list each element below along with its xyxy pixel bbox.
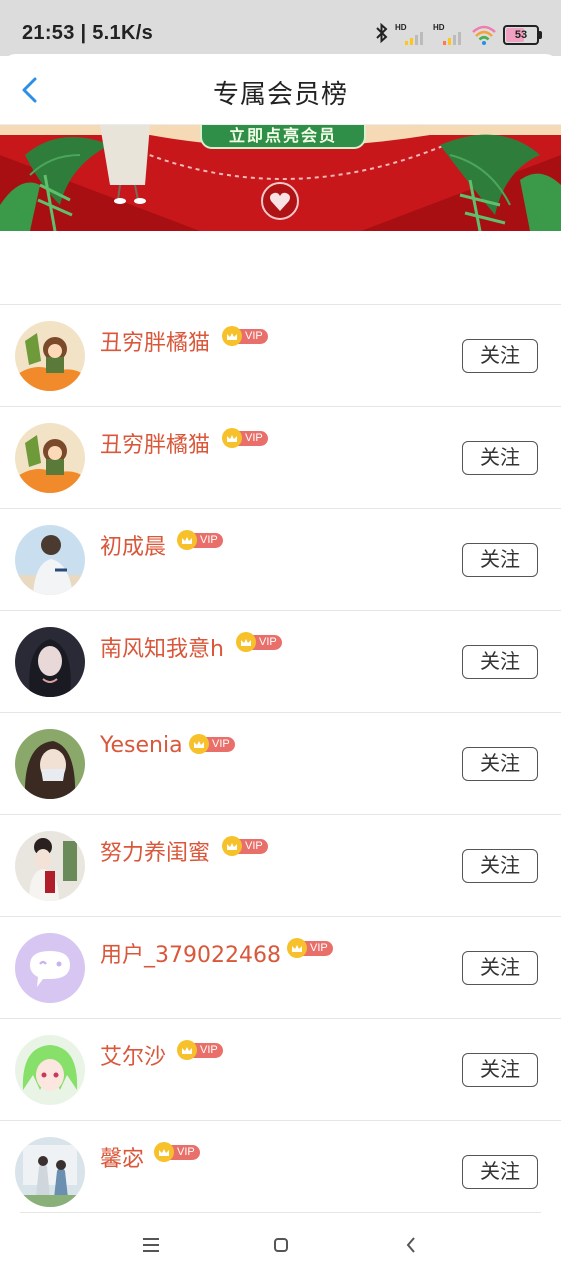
signal-icon-2: HD [433,23,465,47]
divider [20,1212,541,1213]
follow-button[interactable]: 关注 [462,339,538,373]
crown-icon [222,836,242,856]
hd-label: HD [433,23,445,32]
follow-button[interactable]: 关注 [462,849,538,883]
vip-badge: VIP [287,938,333,958]
follow-button[interactable]: 关注 [462,951,538,985]
crown-icon [177,530,197,550]
list-item[interactable]: Yesenia VIP 关注 [0,713,561,815]
bluetooth-icon [375,22,389,48]
signal-icon-1: HD [395,23,427,47]
vip-badge: VIP [222,326,268,346]
vip-badge: VIP [177,530,223,550]
list-item[interactable]: 馨宓 VIP 关注 [0,1121,561,1222]
vip-badge: VIP [154,1142,200,1162]
page-title: 专属会员榜 [212,80,348,110]
avatar[interactable] [15,831,85,901]
follow-button[interactable]: 关注 [462,645,538,679]
vip-badge: VIP [189,734,235,754]
user-name[interactable]: 南风知我意h [100,631,224,663]
crown-icon [236,632,256,652]
avatar[interactable] [15,729,85,799]
follow-button[interactable]: 关注 [462,543,538,577]
menu-icon[interactable] [143,1238,159,1252]
list-item[interactable]: 南风知我意h VIP 关注 [0,611,561,713]
user-name[interactable]: 用户_379022468 [100,937,281,969]
list-item[interactable]: 努力养闺蜜 VIP 关注 [0,815,561,917]
wifi-icon [471,24,497,46]
member-list: 丑穷胖橘猫 VIP 关注 丑穷胖橘猫 VIP 关注 初成晨 VIP 关注 南风知… [0,304,561,1222]
status-time: 21:53 | 5.1K/s [22,22,153,44]
crown-icon [287,938,307,958]
vip-badge: VIP [177,1040,223,1060]
battery-icon: 53 [503,25,542,45]
avatar[interactable] [15,627,85,697]
vip-badge: VIP [222,428,268,448]
hd-label: HD [395,23,407,32]
user-name[interactable]: 丑穷胖橘猫 [100,427,210,459]
status-icons: HD HD 53 [375,22,542,48]
user-name[interactable]: Yesenia [100,733,183,758]
back-icon[interactable] [404,1236,418,1254]
membership-banner[interactable]: 立即点亮会员 [0,125,561,231]
list-item[interactable]: 用户_379022468 VIP 关注 [0,917,561,1019]
follow-button[interactable]: 关注 [462,441,538,475]
follow-button[interactable]: 关注 [462,1053,538,1087]
vip-badge: VIP [236,632,282,652]
status-bar: 21:53 | 5.1K/s HD HD 53 [0,0,561,56]
home-icon[interactable] [274,1238,288,1252]
avatar[interactable] [15,423,85,493]
crown-icon [222,428,242,448]
user-name[interactable]: 艾尔沙 [100,1039,166,1071]
crown-icon [177,1040,197,1060]
crown-icon [154,1142,174,1162]
avatar[interactable] [15,1137,85,1207]
crown-icon [222,326,242,346]
user-name[interactable]: 馨宓 [100,1141,144,1173]
top-navigation-bar: 专属会员榜 [0,54,561,125]
avatar[interactable] [15,525,85,595]
activate-membership-button[interactable]: 立即点亮会员 [200,125,366,149]
follow-button[interactable]: 关注 [462,1155,538,1189]
crown-icon [189,734,209,754]
avatar[interactable] [15,321,85,391]
avatar[interactable] [15,933,85,1003]
vip-badge: VIP [222,836,268,856]
system-navigation-bar [0,1212,561,1280]
avatar[interactable] [15,1035,85,1105]
user-name[interactable]: 丑穷胖橘猫 [100,325,210,357]
battery-level: 53 [514,29,528,41]
list-item[interactable]: 初成晨 VIP 关注 [0,509,561,611]
follow-button[interactable]: 关注 [462,747,538,781]
list-item[interactable]: 丑穷胖橘猫 VIP 关注 [0,305,561,407]
list-item[interactable]: 艾尔沙 VIP 关注 [0,1019,561,1121]
list-item[interactable]: 丑穷胖橘猫 VIP 关注 [0,407,561,509]
user-name[interactable]: 努力养闺蜜 [100,835,210,867]
user-name[interactable]: 初成晨 [100,529,166,561]
